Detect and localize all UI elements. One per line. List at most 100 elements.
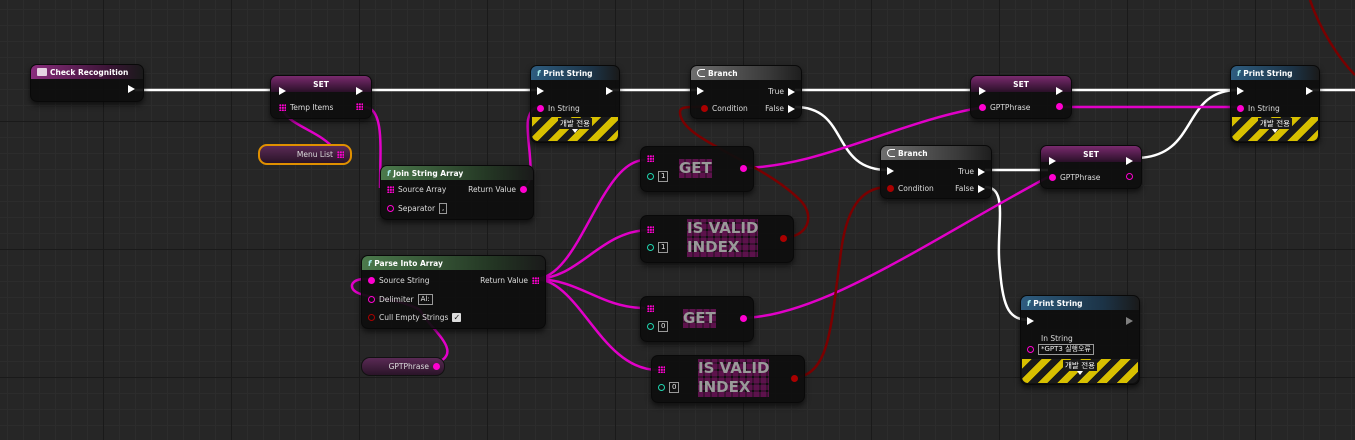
pin-label: Source String [379, 276, 430, 285]
string-in-pin[interactable] [537, 105, 544, 112]
array-get-node[interactable]: 1 GET [640, 146, 754, 192]
pin-label: Temp Items [290, 103, 334, 112]
node-header: f Print String [1231, 66, 1319, 80]
set-temp-items-node[interactable]: SET Temp Items [270, 75, 372, 119]
branch-node[interactable]: Branch True Condition False [880, 145, 992, 199]
pin-label: Source Array [398, 185, 447, 194]
int-in-pin[interactable] [658, 384, 665, 391]
join-string-array-node[interactable]: f Join String Array Source Array Return V… [380, 165, 534, 220]
pin-label: Condition [898, 184, 934, 193]
exec-in-pin[interactable] [279, 87, 286, 95]
int-in-pin[interactable] [647, 323, 654, 330]
bool-out-pin[interactable] [791, 375, 798, 382]
exec-true-pin[interactable] [978, 167, 985, 176]
string-out-pin[interactable] [433, 363, 440, 370]
string-input[interactable]: *GPT3 실행오류 [1038, 344, 1094, 355]
string-in-pin[interactable] [1049, 174, 1056, 181]
bool-in-pin[interactable] [368, 314, 375, 321]
exec-in-pin[interactable] [537, 87, 544, 95]
development-only-banner: 개발 전용 [1022, 359, 1138, 383]
string-in-pin[interactable] [368, 277, 375, 284]
set-gptphrase-node[interactable]: SET GPTPhrase [1040, 145, 1142, 189]
exec-in-pin[interactable] [1237, 87, 1244, 95]
bool-in-pin[interactable] [887, 185, 894, 192]
string-in-pin[interactable] [387, 205, 394, 212]
node-header: Branch [881, 146, 991, 160]
array-out-pin-icon[interactable] [337, 151, 344, 158]
exec-out-pin[interactable] [1056, 87, 1063, 95]
exec-out-pin[interactable] [1126, 157, 1133, 165]
print-string-node[interactable]: f Print String In String *GPT3 실행오류 개발 전용 [1020, 295, 1140, 385]
string-in-pin[interactable] [979, 104, 986, 111]
exec-in-pin[interactable] [979, 87, 986, 95]
int-in-pin[interactable] [647, 244, 654, 251]
string-in-pin[interactable] [1237, 105, 1244, 112]
dev-only-label: 개발 전용 [1258, 118, 1292, 129]
function-icon: f [1027, 298, 1031, 308]
exec-true-pin[interactable] [788, 87, 795, 96]
exec-out-pin[interactable] [356, 87, 363, 95]
array-out-pin-icon[interactable] [356, 103, 363, 110]
node-header: f Print String [531, 66, 619, 80]
int-in-pin[interactable] [647, 173, 654, 180]
pin-label: In String [1041, 334, 1073, 343]
string-out-pin[interactable] [1126, 173, 1133, 180]
exec-in-pin[interactable] [1049, 157, 1056, 165]
expand-chevron-icon[interactable] [1077, 371, 1083, 375]
bool-out-pin[interactable] [780, 235, 787, 242]
branch-icon [887, 149, 895, 157]
parse-into-array-node[interactable]: f Parse Into Array Source String Return V… [361, 255, 546, 329]
exec-in-pin[interactable] [887, 167, 894, 175]
print-string-node[interactable]: f Print String In String 개발 전용 [530, 65, 620, 143]
bool-in-pin[interactable] [701, 105, 708, 112]
array-in-pin-icon[interactable] [658, 366, 665, 373]
exec-in-pin[interactable] [697, 87, 704, 95]
exec-out-pin[interactable] [128, 85, 135, 93]
dev-only-label: 개발 전용 [558, 118, 592, 129]
exec-out-pin[interactable] [606, 87, 613, 95]
set-gptphrase-node[interactable]: SET GPTPhrase [970, 75, 1072, 119]
pin-label: True [958, 167, 974, 176]
string-out-pin[interactable] [520, 186, 527, 193]
index-input[interactable]: 1 [658, 242, 669, 253]
index-input[interactable]: 1 [658, 171, 669, 182]
is-valid-index-node[interactable]: 1 IS VALID INDEX [640, 215, 794, 263]
function-icon: f [1237, 68, 1241, 78]
array-pin-icon[interactable] [279, 104, 286, 111]
expand-chevron-icon[interactable] [572, 129, 578, 133]
checkbox-checked[interactable]: ✓ [452, 313, 462, 322]
event-node-check-recognition[interactable]: Check Recognition [30, 64, 144, 102]
exec-false-pin[interactable] [978, 184, 985, 193]
exec-out-pin[interactable] [1306, 87, 1313, 95]
print-string-node[interactable]: f Print String In String 개발 전용 [1230, 65, 1320, 143]
expand-chevron-icon[interactable] [1272, 129, 1278, 133]
array-in-pin-icon[interactable] [647, 226, 654, 233]
array-out-pin-icon[interactable] [532, 277, 539, 284]
string-in-pin[interactable] [368, 296, 375, 303]
is-valid-index-node[interactable]: 0 IS VALID INDEX [651, 355, 805, 403]
string-out-pin[interactable] [1056, 103, 1063, 110]
pin-label: Return Value [480, 276, 528, 285]
node-title: GET [679, 159, 712, 178]
array-in-pin-icon[interactable] [387, 186, 394, 193]
exec-out-pin-outline-icon[interactable] [1126, 317, 1133, 325]
menu-list-variable[interactable]: Menu List [258, 144, 352, 165]
delimiter-input[interactable]: Al: [417, 294, 433, 305]
string-out-pin[interactable] [740, 165, 747, 172]
array-in-pin-icon[interactable] [647, 155, 654, 162]
string-wire [363, 105, 382, 189]
pin-label: In String [548, 104, 580, 113]
index-input[interactable]: 0 [669, 382, 680, 393]
node-title-line: IS VALID [698, 359, 770, 377]
index-input[interactable]: 0 [658, 321, 669, 332]
gptphrase-variable[interactable]: GPTPhrase [361, 357, 445, 376]
exec-false-pin[interactable] [788, 104, 795, 113]
branch-node[interactable]: Branch True Condition False [690, 65, 802, 119]
array-get-node[interactable]: 0 GET [640, 296, 754, 342]
string-in-pin[interactable] [1027, 346, 1034, 353]
exec-in-pin[interactable] [1027, 317, 1034, 325]
pin-label: Delimiter [379, 295, 414, 304]
separator-input[interactable]: , [439, 203, 448, 214]
string-out-pin[interactable] [740, 315, 747, 322]
array-in-pin-icon[interactable] [647, 305, 654, 312]
